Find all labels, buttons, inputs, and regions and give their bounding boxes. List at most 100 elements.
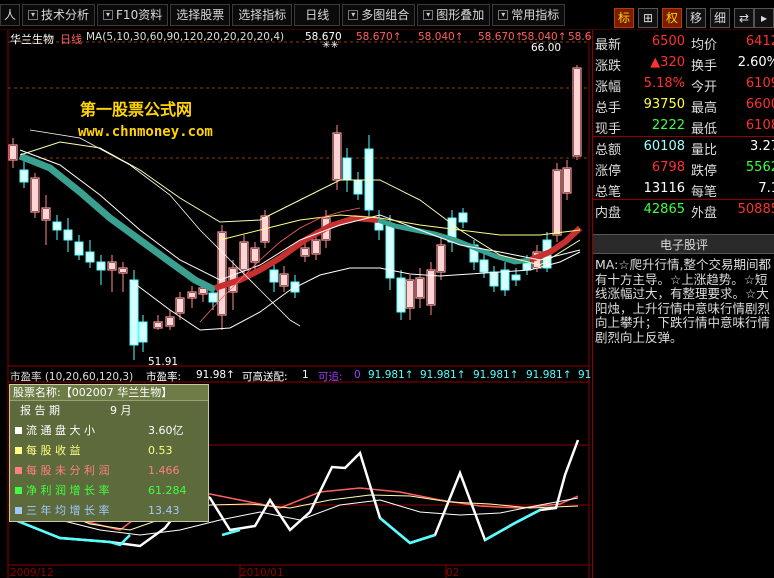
ma-value: 58.670↑ [478, 31, 524, 43]
quote-label: 量比 [691, 143, 718, 158]
main-toolbar: 人 ▾ 技术分析 ▾ F10资料 选择股票 选择指标 日线 ▾ 多图组合 ▾ 图形叠加 … [0, 0, 774, 30]
candle-down [63, 229, 73, 241]
toolbar-daily[interactable]: 日线 [294, 3, 341, 26]
candle-up-fill [554, 171, 560, 234]
candle-down [74, 241, 84, 256]
toolbar-common-indicators[interactable]: ▾ 常用指标 [492, 3, 566, 26]
tab-more[interactable]: ▸ [754, 8, 774, 28]
toolbar-select-stock[interactable]: 选择股票 [170, 3, 231, 26]
tab-mark[interactable]: 标 [614, 8, 634, 28]
quote-value: 50885 [737, 202, 774, 217]
quote-value: 6412 [745, 34, 774, 49]
quote-row: 涨停 6798 跌停 5562 [593, 157, 774, 179]
chevron-down-icon: ▾ [103, 9, 114, 20]
toolbar-f10[interactable]: ▾ F10资料 [97, 3, 169, 26]
quote-label: 最高 [691, 101, 718, 116]
dist-label: 可高送配: [242, 371, 288, 383]
candle-down [458, 212, 468, 223]
quote-value: 3.27 [750, 139, 774, 154]
toolbar-overlay[interactable]: ▾ 图形叠加 [417, 3, 491, 26]
track-value: 0 [354, 369, 361, 381]
quote-value: 5.18% [643, 76, 685, 91]
toolbar-common-indicators-label: 常用指标 [511, 8, 560, 22]
quote-row: 总额 60108 量比 3.27 [593, 136, 774, 158]
report-period-value: 9 月 [110, 404, 132, 417]
track-label: 可追: [318, 371, 343, 383]
candle-down [396, 277, 406, 313]
candle-up-fill [302, 249, 308, 255]
toolbar-technical-analysis[interactable]: ▾ 技术分析 [22, 3, 96, 26]
ma-value: 58.040↑ [418, 31, 464, 43]
stock-info-box: 股票名称:【002007 华兰生物】 报 告 期 9 月 流 通 盘 大 小 3.… [9, 384, 209, 522]
toolbar-select-indicator[interactable]: 选择指标 [232, 3, 293, 26]
toolbar-multi-chart[interactable]: ▾ 多图组合 [342, 3, 416, 26]
candle-down [269, 269, 279, 283]
quote-label: 涨跌 [595, 59, 622, 74]
info-row-label: 每 股 未 分 利 润 [26, 464, 110, 477]
info-row-value: 3.60亿 [148, 424, 184, 437]
stock-software-window: { "toolbar": { "items": ["\u4eba", "\u62… [0, 0, 774, 578]
candle-down [479, 259, 489, 273]
info-row: 三 年 均 增 长 率 13.43 [10, 501, 208, 521]
quote-value: 6798 [651, 160, 685, 175]
stock-name: 华兰生物 [10, 33, 54, 46]
candle-down [522, 262, 532, 271]
candle-down [96, 261, 106, 271]
info-row: 每 股 未 分 利 润 1.466 [10, 461, 208, 481]
quote-value: 6108 [745, 118, 774, 133]
info-row-label: 每 股 收 益 [26, 444, 81, 457]
candle-up-fill [177, 299, 183, 312]
candle-up-fill [417, 279, 423, 297]
period-label: 日线 [60, 33, 82, 46]
candle-up-fill [219, 233, 225, 314]
tab-rights[interactable]: 权 [662, 8, 682, 28]
tab-detail[interactable]: 细 [710, 8, 730, 28]
candle-up-fill [189, 293, 195, 297]
candle-down [19, 169, 29, 183]
quote-row: 现手 2222 最低 6108 [593, 115, 774, 137]
watermark-url: www.chnmoney.com [78, 124, 213, 140]
quote-label: 均价 [691, 38, 718, 53]
legend-swatch [15, 427, 22, 434]
quote-label: 换手 [691, 59, 718, 74]
tab-window[interactable]: ⊞ [638, 8, 658, 28]
candle-up-fill [252, 249, 258, 261]
candle-down [353, 179, 363, 195]
quote-label: 跌停 [691, 164, 718, 179]
ma-value: 58.670↑ [356, 31, 402, 43]
chevron-down-icon: ▾ [498, 9, 509, 20]
candle-down [129, 279, 139, 346]
indicator-value: 91.981↑ [473, 369, 519, 381]
ma-line-60 [29, 129, 301, 327]
quote-value: ▲320 [650, 55, 685, 70]
quote-row: 涨跌 ▲320 换手 2.60% [593, 52, 774, 74]
quote-value: 6500 [651, 34, 685, 49]
tab-sort[interactable]: ⇄ [734, 8, 754, 28]
ma-ribbon-teal [18, 152, 217, 294]
toolbar-person[interactable]: 人 [0, 3, 21, 26]
indicator-value: 91.981↑ [368, 369, 414, 381]
ma-label: MA(5,10,30,60,90,120,20,20,20,20,4) [86, 31, 285, 43]
info-row-label: 三 年 均 增 长 率 [26, 504, 110, 517]
swap-icon: ⇄ [738, 11, 750, 25]
candle-down [52, 221, 62, 231]
arrow-right-icon: ▸ [760, 11, 768, 25]
pe-label: 市盈率: [146, 371, 182, 383]
candle-down [208, 292, 218, 303]
candle-down [342, 157, 352, 181]
quote-label: 涨幅 [595, 80, 622, 95]
quote-label: 总手 [595, 101, 622, 116]
tab-move[interactable]: 移 [686, 8, 706, 28]
quote-value: 7.1 [758, 181, 774, 196]
indicator-name: 市盈率 (10,20,60,120,3) [10, 371, 134, 383]
candle-up-fill [155, 323, 161, 327]
quote-row: 最新 6500 均价 6412 [593, 31, 774, 53]
candle-down [511, 274, 521, 281]
review-header[interactable]: 电子股评 [593, 234, 774, 254]
quote-row: 总笔 13116 每笔 7.1 [593, 178, 774, 200]
candle-up-fill [313, 241, 319, 253]
legend-swatch [15, 507, 22, 514]
candle-up-fill [564, 169, 570, 192]
candle-up-fill [109, 263, 115, 269]
candle-down [489, 271, 499, 287]
